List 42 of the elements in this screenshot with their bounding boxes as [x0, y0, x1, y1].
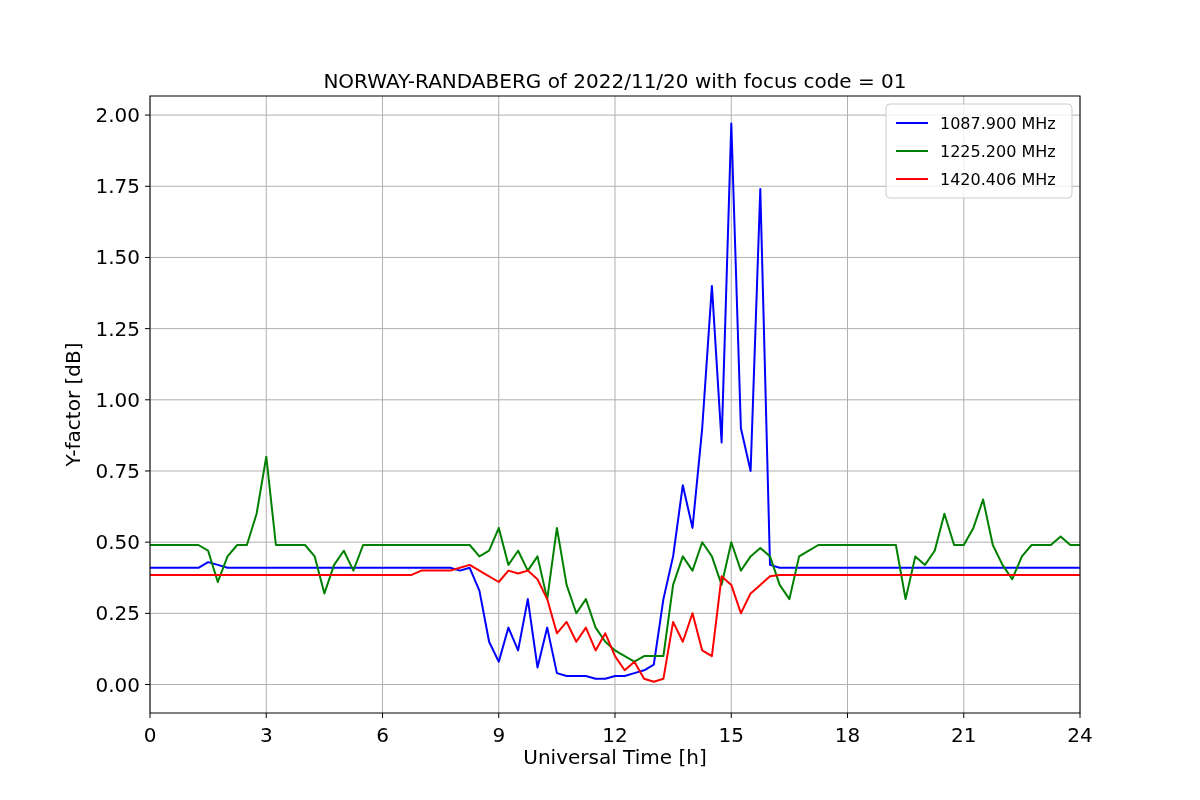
tick-mark: [1079, 712, 1081, 719]
tick-mark: [144, 185, 151, 187]
tick-mark: [382, 712, 383, 719]
tick-label: 1.50: [95, 245, 140, 270]
tick-label: 0.00: [95, 672, 140, 697]
legend-label: 1225.200 MHz: [940, 142, 1056, 161]
tick-label: 0.25: [95, 601, 140, 626]
y-axis-label: Y-factor [dB]: [61, 342, 85, 467]
tick-label: 24: [1067, 723, 1093, 747]
tick-mark: [144, 612, 151, 614]
tick-mark: [149, 712, 151, 719]
tick-label: 0.50: [95, 530, 140, 555]
tick-label: 1.25: [95, 316, 140, 341]
tick-label: 0.75: [95, 459, 140, 483]
tick-mark: [963, 712, 965, 719]
tick-mark: [144, 256, 151, 258]
tick-label: 12: [602, 723, 628, 747]
tick-mark: [265, 712, 267, 719]
tick-mark: [730, 712, 732, 719]
tick-mark: [498, 712, 500, 719]
tick-mark: [144, 399, 151, 401]
tick-label: 0: [143, 723, 157, 747]
tick-mark: [144, 541, 151, 543]
tick-mark: [847, 712, 848, 719]
tick-mark: [144, 470, 151, 472]
tick-label: 1.75: [95, 174, 140, 199]
tick-label: 21: [951, 723, 977, 747]
tick-label: 15: [718, 723, 744, 747]
tick-label: 2.00: [95, 103, 140, 128]
tick-label: 9: [492, 723, 506, 747]
tick-mark: [614, 712, 616, 719]
legend-label: 1087.900 MHz: [940, 114, 1056, 133]
x-axis-label: Universal Time [h]: [523, 745, 707, 769]
chart-title: NORWAY-RANDABERG of 2022/11/20 with focus code = 01: [323, 69, 907, 93]
tick-label: 6: [376, 723, 389, 747]
tick-mark: [144, 328, 151, 330]
tick-label: 1.00: [95, 387, 140, 412]
tick-mark: [144, 114, 151, 116]
legend-label: 1420.406 MHz: [940, 170, 1056, 189]
tick-label: 18: [834, 723, 861, 747]
tick-mark: [144, 684, 151, 686]
tick-label: 3: [259, 723, 273, 747]
